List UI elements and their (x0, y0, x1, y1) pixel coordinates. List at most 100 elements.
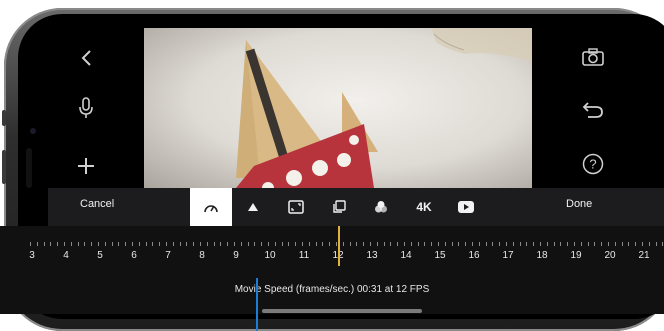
ruler-label: 6 (131, 250, 137, 261)
ruler-tick (655, 242, 657, 246)
ruler-tick (472, 242, 473, 246)
ruler-label: 11 (298, 250, 310, 261)
ruler-tick (240, 242, 242, 246)
ruler-label: 21 (638, 250, 650, 261)
ruler-tick (526, 242, 528, 246)
microphone-icon[interactable] (74, 96, 98, 120)
ruler-tick (580, 242, 582, 246)
ruler-tick (91, 242, 93, 246)
ruler-tick (444, 242, 446, 246)
ruler-tick (648, 242, 650, 246)
ruler-tick (104, 242, 106, 246)
ruler-tick (206, 242, 208, 246)
ruler-tick (322, 242, 324, 246)
ruler-tick (465, 242, 467, 246)
ruler-tick (57, 242, 59, 246)
ruler-tick (628, 242, 630, 246)
timeline-playhead[interactable] (256, 278, 258, 331)
ruler-tick (64, 242, 65, 246)
ruler-tick (302, 242, 303, 246)
ruler-label: 8 (199, 250, 205, 261)
ruler-tick (138, 242, 140, 246)
ruler-tick (268, 242, 269, 246)
ruler-tick (506, 242, 507, 246)
ruler-tick (478, 242, 480, 246)
ruler-label: 15 (434, 250, 446, 261)
ruler-tick (220, 242, 222, 246)
ruler-tick (370, 242, 371, 246)
ruler-tick (553, 242, 555, 246)
camera-icon[interactable] (580, 46, 606, 68)
ruler-tick (43, 242, 45, 246)
ruler-label: 3 (29, 250, 35, 261)
youtube-icon[interactable] (449, 188, 483, 226)
ruler-tick (519, 242, 521, 246)
back-chevron-icon[interactable] (74, 46, 98, 70)
ruler-tick (295, 242, 297, 246)
home-indicator[interactable] (262, 309, 422, 313)
ruler-label: 9 (233, 250, 239, 261)
ruler-tick (356, 242, 358, 246)
ruler-tick (533, 242, 535, 246)
ruler-label: 18 (536, 250, 548, 261)
ruler-label: 20 (604, 250, 616, 261)
ruler-tick (308, 242, 310, 246)
video-preview[interactable] (144, 28, 532, 188)
ruler-tick (383, 242, 385, 246)
speed-icon[interactable] (190, 188, 232, 226)
edit-toolbar: Cancel 4K Done (48, 188, 664, 226)
triangle-icon[interactable] (236, 188, 270, 226)
ruler-tick (376, 242, 378, 246)
undo-icon[interactable] (580, 98, 606, 120)
ruler-tick (458, 242, 460, 246)
ruler-tick (499, 242, 501, 246)
4k-badge[interactable]: 4K (407, 188, 441, 226)
ruler-tick (363, 242, 365, 246)
ruler-label: 7 (165, 250, 171, 261)
ruler-label: 19 (570, 250, 582, 261)
help-icon[interactable]: ? (580, 152, 606, 176)
ruler-tick (186, 242, 188, 246)
ruler-tick (288, 242, 290, 246)
ruler-tick (540, 242, 541, 246)
ruler-tick (438, 242, 439, 246)
status-text: Movie Speed (frames/sec.) 00:31 at 12 FP… (234, 284, 430, 295)
ruler-label: 13 (366, 250, 378, 261)
front-camera (30, 128, 36, 134)
ruler-tick (172, 242, 174, 246)
ruler-tick (574, 242, 575, 246)
speed-selector-marker[interactable] (338, 226, 340, 266)
aspect-ratio-icon[interactable] (279, 188, 313, 226)
ruler-tick (431, 242, 433, 246)
ruler-tick (349, 242, 351, 246)
color-filter-icon[interactable] (364, 188, 398, 226)
ruler-tick (567, 242, 569, 246)
ruler-tick (111, 242, 113, 246)
ruler-label: 10 (264, 250, 276, 261)
done-button[interactable]: Done (566, 198, 592, 210)
ruler-tick (336, 242, 337, 246)
phone-side-button (2, 110, 6, 126)
ruler-tick (166, 242, 167, 246)
ruler-tick (84, 242, 86, 246)
ruler-tick (247, 242, 249, 246)
ruler-tick (254, 242, 256, 246)
ruler-tick (152, 242, 154, 246)
ruler-tick (179, 242, 181, 246)
cancel-button[interactable]: Cancel (80, 198, 114, 210)
ruler-tick (227, 242, 229, 246)
svg-text:?: ? (589, 157, 596, 172)
ruler-tick (70, 242, 72, 246)
ruler-tick (342, 242, 344, 246)
ruler-tick (601, 242, 603, 246)
speed-ruler[interactable] (0, 226, 664, 272)
ruler-tick (159, 242, 161, 246)
plus-icon[interactable] (74, 154, 98, 178)
layers-icon[interactable] (322, 188, 356, 226)
ruler-tick (193, 242, 195, 246)
ruler-tick (410, 242, 412, 246)
ruler-tick (77, 242, 79, 246)
ruler-label: 14 (400, 250, 412, 261)
ruler-tick (642, 242, 643, 246)
ruler-tick (281, 242, 283, 246)
